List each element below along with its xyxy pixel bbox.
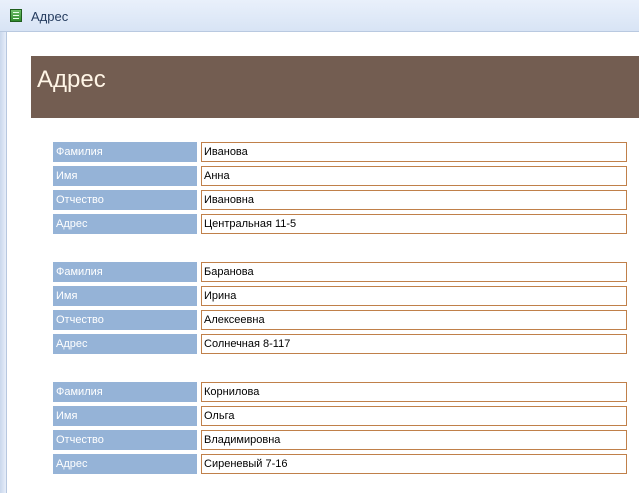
name-field[interactable]: Ирина — [201, 286, 627, 306]
field-row-patronymic: Отчество Ивановна — [53, 190, 627, 210]
report-header: Адрес — [31, 56, 639, 118]
field-row-name: Имя Ольга — [53, 406, 627, 426]
field-label: Отчество — [53, 190, 197, 210]
name-field[interactable]: Анна — [201, 166, 627, 186]
field-row-surname: Фамилия Баранова — [53, 262, 627, 282]
window-title: Адрес — [31, 9, 69, 24]
surname-field[interactable]: Баранова — [201, 262, 627, 282]
field-label: Фамилия — [53, 382, 197, 402]
surname-field[interactable]: Корнилова — [201, 382, 627, 402]
field-row-surname: Фамилия Иванова — [53, 142, 627, 162]
report-window: Адрес Адрес Фамилия Иванова Имя Анна Отч… — [0, 0, 639, 493]
address-field[interactable]: Центральная 11-5 — [201, 214, 627, 234]
field-label: Адрес — [53, 334, 197, 354]
field-label: Имя — [53, 166, 197, 186]
field-row-address: Адрес Сиреневый 7-16 — [53, 454, 627, 474]
access-form-icon — [10, 9, 22, 22]
field-label: Адрес — [53, 214, 197, 234]
name-field[interactable]: Ольга — [201, 406, 627, 426]
field-label: Отчество — [53, 430, 197, 450]
patronymic-field[interactable]: Владимировна — [201, 430, 627, 450]
field-label: Отчество — [53, 310, 197, 330]
field-label: Имя — [53, 406, 197, 426]
report-title: Адрес — [37, 66, 106, 93]
field-label: Фамилия — [53, 262, 197, 282]
patronymic-field[interactable]: Ивановна — [201, 190, 627, 210]
surname-field[interactable]: Иванова — [201, 142, 627, 162]
field-row-address: Адрес Центральная 11-5 — [53, 214, 627, 234]
address-field[interactable]: Сиреневый 7-16 — [201, 454, 627, 474]
title-bar[interactable]: Адрес — [0, 0, 639, 32]
field-row-address: Адрес Солнечная 8-117 — [53, 334, 627, 354]
window-left-border — [0, 32, 7, 493]
field-row-patronymic: Отчество Владимировна — [53, 430, 627, 450]
field-label: Адрес — [53, 454, 197, 474]
field-row-name: Имя Анна — [53, 166, 627, 186]
field-label: Фамилия — [53, 142, 197, 162]
address-field[interactable]: Солнечная 8-117 — [201, 334, 627, 354]
field-row-name: Имя Ирина — [53, 286, 627, 306]
patronymic-field[interactable]: Алексеевна — [201, 310, 627, 330]
field-label: Имя — [53, 286, 197, 306]
field-row-patronymic: Отчество Алексеевна — [53, 310, 627, 330]
field-row-surname: Фамилия Корнилова — [53, 382, 627, 402]
